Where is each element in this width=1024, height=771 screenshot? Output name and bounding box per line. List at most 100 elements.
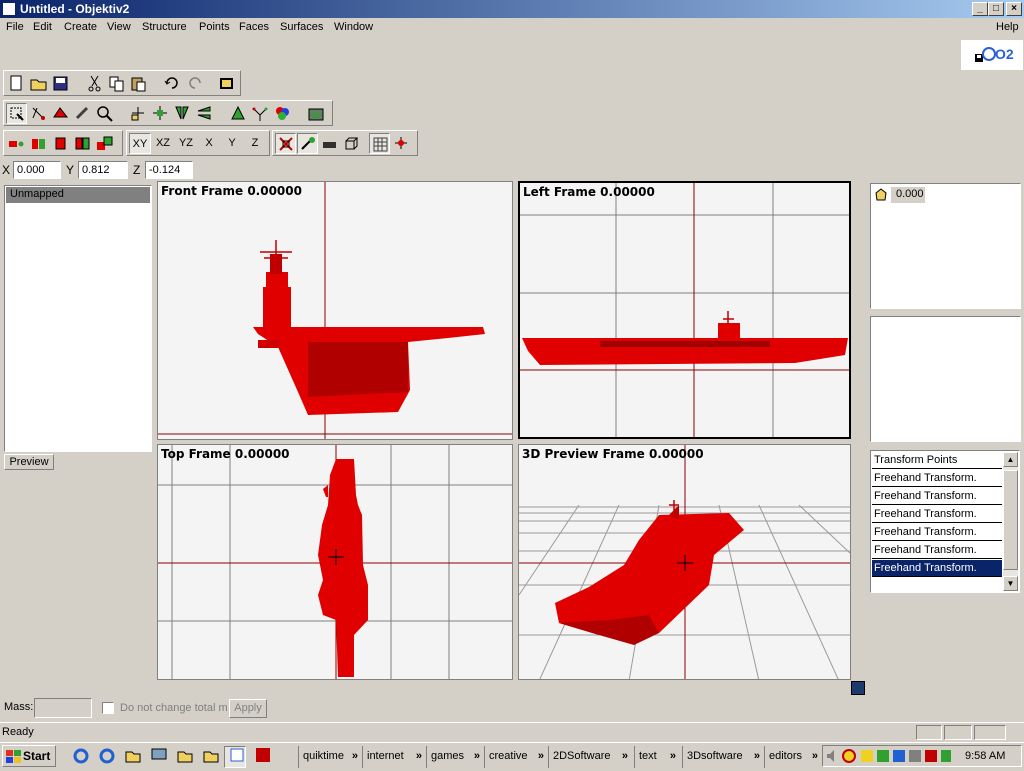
menu-surfaces[interactable]: Surfaces [280, 21, 323, 33]
lock-icon[interactable] [6, 133, 27, 154]
stack-icon[interactable] [72, 133, 93, 154]
preview-button[interactable]: Preview [4, 454, 54, 470]
open-icon[interactable] [28, 73, 49, 94]
ie-quicklaunch-icon[interactable] [68, 746, 90, 768]
scroll-up-button[interactable]: ▲ [1003, 452, 1018, 467]
3d-preview-viewport[interactable]: 3D Preview Frame 0.00000 [518, 444, 851, 680]
top-frame-viewport[interactable]: Top Frame 0.00000 [157, 444, 513, 680]
scale-icon[interactable] [150, 103, 171, 124]
app-icon[interactable] [2, 2, 16, 16]
light-icon[interactable] [297, 133, 318, 154]
keep-mass-checkbox[interactable] [102, 702, 114, 714]
frames-panel[interactable]: 0.000 [870, 183, 1021, 309]
properties-panel[interactable] [870, 316, 1021, 442]
cube-icon[interactable] [341, 133, 362, 154]
z-coordinate-input[interactable] [145, 161, 193, 179]
minimize-button[interactable]: _ [972, 2, 988, 16]
taskbar-group-text[interactable]: text » [634, 746, 678, 768]
menu-edit[interactable]: Edit [33, 21, 52, 33]
select-faces-icon[interactable] [50, 103, 71, 124]
taskbar-group-quiktime[interactable]: quiktime » [298, 746, 360, 768]
rotate-view-icon[interactable] [72, 103, 93, 124]
shade-icon[interactable] [319, 133, 340, 154]
taskbar-group-creative[interactable]: creative » [484, 746, 546, 768]
folder2-quicklaunch-icon[interactable] [172, 746, 194, 768]
save-icon[interactable] [50, 73, 71, 94]
normals-icon[interactable] [250, 103, 271, 124]
axis-z-button[interactable]: Z [244, 133, 266, 154]
list-item[interactable]: Freehand Transform. [872, 506, 1002, 523]
axis-x-button[interactable]: X [198, 133, 220, 154]
taskbar-group-internet[interactable]: internet » [362, 746, 424, 768]
list-item-selected[interactable]: Freehand Transform. [872, 560, 1002, 577]
acrobat-quicklaunch-icon[interactable] [250, 746, 272, 768]
cut-icon[interactable] [84, 73, 105, 94]
red-cube-icon[interactable] [50, 133, 71, 154]
redo-icon[interactable] [184, 73, 205, 94]
plane-yz-button[interactable]: YZ [175, 133, 197, 154]
selection-list[interactable]: Unmapped [4, 185, 152, 452]
menu-help[interactable]: Help [996, 21, 1019, 33]
group-icon[interactable] [94, 133, 115, 154]
apply-button[interactable]: Apply [229, 699, 267, 718]
list-item[interactable]: Freehand Transform. [872, 470, 1002, 487]
solid-icon[interactable] [28, 133, 49, 154]
taskbar-group-games[interactable]: games » [426, 746, 482, 768]
maximize-button[interactable]: □ [988, 2, 1004, 16]
resize-grip-icon[interactable] [851, 681, 865, 695]
list-item[interactable]: Freehand Transform. [872, 488, 1002, 505]
plane-xy-button[interactable]: XY [129, 133, 151, 154]
hide-selection-icon[interactable] [275, 133, 296, 154]
select-points-icon[interactable] [28, 103, 49, 124]
frame-value[interactable]: 0.000 [891, 187, 925, 203]
tray-icons[interactable] [825, 748, 953, 764]
menu-faces[interactable]: Faces [239, 21, 269, 33]
menu-create[interactable]: Create [64, 21, 97, 33]
scroll-thumb[interactable] [1003, 470, 1018, 570]
list-item[interactable]: Freehand Transform. [872, 542, 1002, 559]
front-frame-viewport[interactable]: Front Frame 0.00000 [157, 181, 513, 440]
left-frame-viewport[interactable]: Left Frame 0.00000 [518, 181, 851, 439]
computer-quicklaunch-icon[interactable] [146, 746, 168, 768]
move-icon[interactable] [128, 103, 149, 124]
taskbar-group-2dsoftware[interactable]: 2DSoftware » [548, 746, 630, 768]
close-button[interactable]: × [1006, 2, 1022, 16]
transform-history-list[interactable]: Transform Points Freehand Transform. Fre… [870, 450, 1020, 593]
ie2-quicklaunch-icon[interactable] [94, 746, 116, 768]
list-scrollbar[interactable]: ▲ ▼ [1003, 452, 1018, 591]
y-coordinate-input[interactable] [78, 161, 128, 179]
triangle-icon[interactable] [228, 103, 249, 124]
grid-icon[interactable] [369, 133, 390, 154]
color-wheel-icon[interactable] [272, 103, 293, 124]
paste-icon[interactable] [128, 73, 149, 94]
new-icon[interactable] [6, 73, 27, 94]
properties-icon[interactable] [216, 73, 237, 94]
title-bar[interactable]: Untitled - Objektiv2 _ □ × [0, 0, 1024, 18]
folder-quicklaunch-icon[interactable] [120, 746, 142, 768]
menu-window[interactable]: Window [334, 21, 373, 33]
undo-icon[interactable] [162, 73, 183, 94]
list-item[interactable]: Freehand Transform. [872, 524, 1002, 541]
list-header-unmapped[interactable]: Unmapped [6, 187, 150, 203]
start-button[interactable]: Start [2, 745, 56, 767]
list-item[interactable]: Transform Points [872, 452, 1002, 469]
folder3-quicklaunch-icon[interactable] [198, 746, 220, 768]
clock[interactable]: 9:58 AM [965, 750, 1005, 762]
menu-points[interactable]: Points [199, 21, 230, 33]
scroll-down-button[interactable]: ▼ [1003, 576, 1018, 591]
axis-y-button[interactable]: Y [221, 133, 243, 154]
x-coordinate-input[interactable] [13, 161, 61, 179]
taskbar-group-3dsoftware[interactable]: 3Dsoftware » [682, 746, 762, 768]
mass-input[interactable] [34, 698, 92, 718]
taskbar-group-editors[interactable]: editors » [764, 746, 820, 768]
menu-view[interactable]: View [107, 21, 131, 33]
flip-icon[interactable] [194, 103, 215, 124]
menu-structure[interactable]: Structure [142, 21, 187, 33]
render-icon[interactable] [306, 103, 327, 124]
select-icon[interactable] [6, 103, 27, 124]
mirror-icon[interactable] [172, 103, 193, 124]
snap-icon[interactable] [391, 133, 412, 154]
copy-icon[interactable] [106, 73, 127, 94]
zoom-icon[interactable] [94, 103, 115, 124]
plane-xz-button[interactable]: XZ [152, 133, 174, 154]
